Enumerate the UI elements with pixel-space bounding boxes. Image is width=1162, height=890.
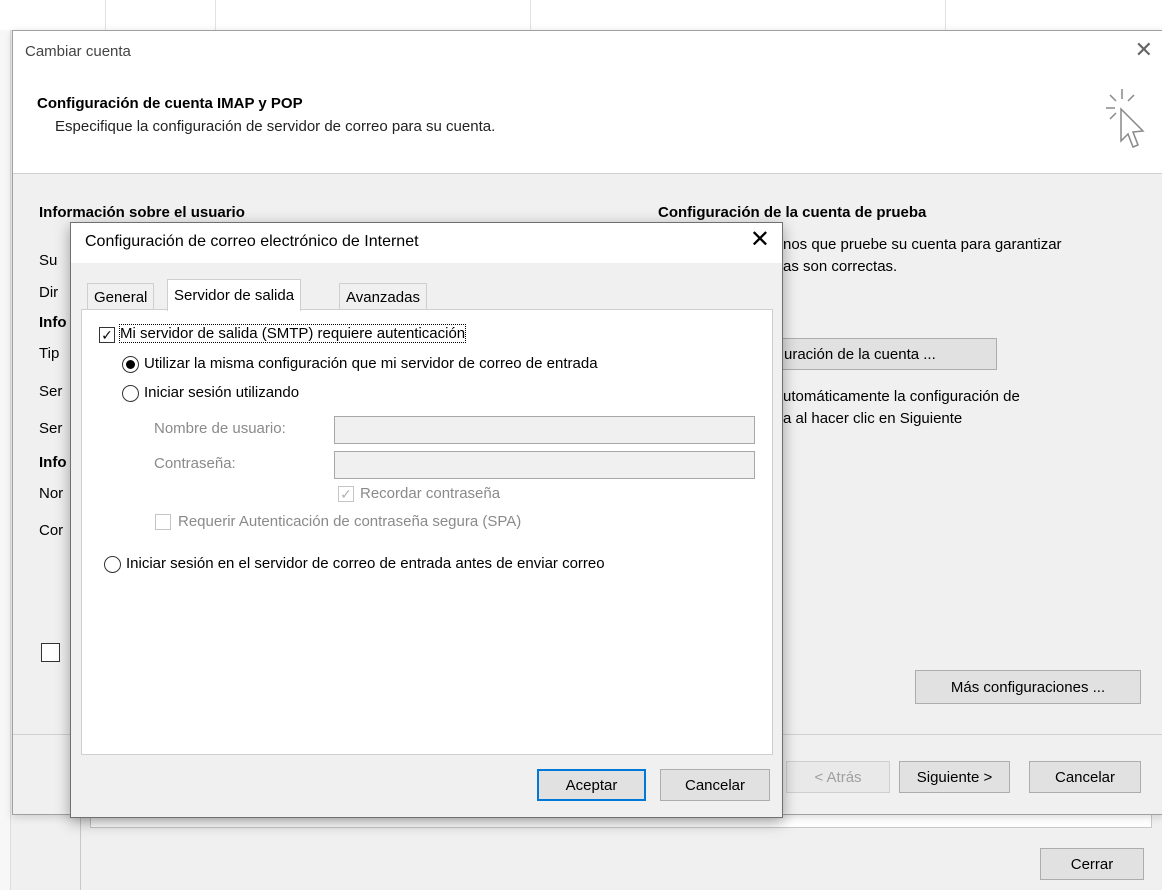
next-button[interactable]: Siguiente >: [899, 761, 1010, 793]
password-field[interactable]: [334, 451, 755, 479]
tab-advanced[interactable]: Avanzadas: [339, 283, 427, 310]
cursor-click-icon: [1106, 89, 1145, 148]
page-title: Configuración de cuenta IMAP y POP: [37, 95, 303, 112]
close-button[interactable]: Cerrar: [1040, 848, 1144, 880]
check-icon: ✓: [340, 486, 352, 502]
radio-logon-using[interactable]: [122, 385, 139, 402]
username-field[interactable]: [334, 416, 755, 444]
password-label: Contraseña:: [154, 455, 236, 472]
radio-logon-incoming-first-label: Iniciar sesión en el servidor de correo …: [126, 555, 605, 572]
dialog-title: Cambiar cuenta: [25, 43, 131, 60]
page-subtitle: Especifique la configuración de servidor…: [55, 118, 496, 135]
more-settings-button[interactable]: Más configuraciones ...: [915, 670, 1141, 704]
close-icon[interactable]: ✕: [1135, 39, 1153, 61]
password-label-fragment: Cor: [39, 522, 64, 539]
cancel-button[interactable]: Cancelar: [1029, 761, 1141, 793]
radio-logon-using-label: Iniciar sesión utilizando: [144, 384, 300, 401]
column-separator: [215, 0, 216, 30]
radio-logon-incoming-first[interactable]: [104, 556, 121, 573]
remember-password-checkbox[interactable]: ✓: [338, 486, 354, 502]
internet-email-settings-dialog: Configuración de correo electrónico de I…: [70, 222, 783, 818]
dialog-titlebar: Configuración de correo electrónico de I…: [71, 223, 782, 263]
auto-test-text-1: utomáticamente la configuración de: [783, 388, 1020, 405]
user-info-title: Información sobre el usuario: [39, 204, 245, 221]
smtp-auth-label[interactable]: Mi servidor de salida (SMTP) requiere au…: [118, 324, 467, 343]
username-label-fragment: Nor: [39, 485, 64, 502]
column-separator: [530, 0, 531, 30]
radio-selected-dot: [126, 360, 135, 369]
logon-info-title-fragment: Info: [39, 454, 67, 471]
close-icon[interactable]: ✕: [750, 227, 770, 253]
test-settings-title: Configuración de la cuenta de prueba: [658, 204, 927, 221]
account-type-label-fragment: Tip: [39, 345, 60, 362]
radio-same-settings-label: Utilizar la misma configuración que mi s…: [144, 355, 598, 372]
message-list-header: [0, 0, 1162, 31]
smtp-auth-checkbox[interactable]: ✓: [99, 327, 115, 343]
name-label-fragment: Su: [39, 252, 58, 269]
cancel-button[interactable]: Cancelar: [660, 769, 770, 801]
radio-same-settings[interactable]: [122, 356, 139, 373]
column-separator: [945, 0, 946, 30]
left-pane-edge: [0, 30, 11, 890]
incoming-server-label-fragment: Ser: [39, 383, 63, 400]
back-button[interactable]: < Atrás: [786, 761, 890, 793]
dialog-title: Configuración de correo electrónico de I…: [85, 233, 419, 250]
remember-checkbox-fragment[interactable]: [41, 643, 60, 662]
username-label: Nombre de usuario:: [154, 420, 286, 437]
test-settings-text-1: nos que pruebe su cuenta para garantizar: [783, 236, 1062, 253]
dialog-header: Configuración de cuenta IMAP y POP Espec…: [13, 71, 1162, 174]
tab-panel-outgoing-server: ✓ Mi servidor de salida (SMTP) requiere …: [81, 309, 773, 755]
address-label-fragment: Dir: [39, 284, 59, 301]
test-settings-text-2: as son correctas.: [783, 258, 898, 275]
auto-test-text-2: a al hacer clic en Siguiente: [783, 410, 963, 427]
check-icon: ✓: [101, 327, 113, 343]
column-separator: [105, 0, 106, 30]
tab-general[interactable]: General: [87, 283, 155, 310]
tab-outgoing-server[interactable]: Servidor de salida: [167, 279, 302, 311]
server-info-title-fragment: Info: [39, 314, 67, 331]
remember-password-label: Recordar contraseña: [360, 485, 501, 502]
test-account-settings-button[interactable]: uración de la cuenta ...: [773, 338, 997, 370]
outgoing-server-label-fragment: Ser: [39, 420, 63, 437]
spa-label: Requerir Autenticación de contraseña seg…: [178, 513, 522, 530]
ok-button[interactable]: Aceptar: [537, 769, 646, 801]
dialog-titlebar: Cambiar cuenta ✕: [13, 31, 1162, 71]
spa-checkbox[interactable]: [155, 514, 171, 530]
